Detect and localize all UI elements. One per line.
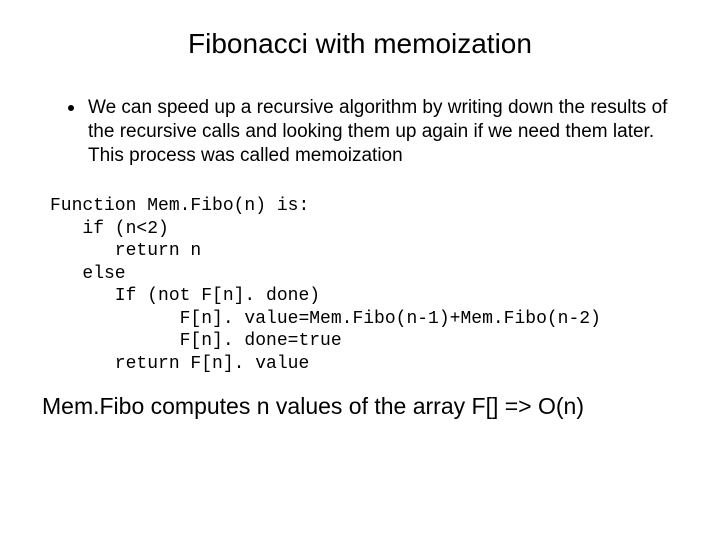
- bullet-block: We can speed up a recursive algorithm by…: [68, 96, 670, 167]
- code-line: return n: [50, 241, 201, 261]
- bullet-icon: [68, 105, 74, 111]
- code-line: return F[n]. value: [50, 354, 309, 374]
- code-line: If (not F[n]. done): [50, 286, 320, 306]
- code-line: F[n]. value=Mem.Fibo(n-1)+Mem.Fibo(n-2): [50, 309, 601, 329]
- bullet-text: We can speed up a recursive algorithm by…: [88, 96, 670, 167]
- footer-text: Mem.Fibo computes n values of the array …: [42, 393, 680, 421]
- bullet-item: We can speed up a recursive algorithm by…: [68, 96, 670, 167]
- code-line: if (n<2): [50, 219, 169, 239]
- code-line: F[n]. done=true: [50, 331, 342, 351]
- slide: Fibonacci with memoization We can speed …: [0, 0, 720, 540]
- code-line: Function Mem.Fibo(n) is:: [50, 196, 309, 216]
- code-block: Function Mem.Fibo(n) is: if (n<2) return…: [50, 195, 680, 375]
- code-line: else: [50, 264, 126, 284]
- slide-title: Fibonacci with memoization: [40, 28, 680, 60]
